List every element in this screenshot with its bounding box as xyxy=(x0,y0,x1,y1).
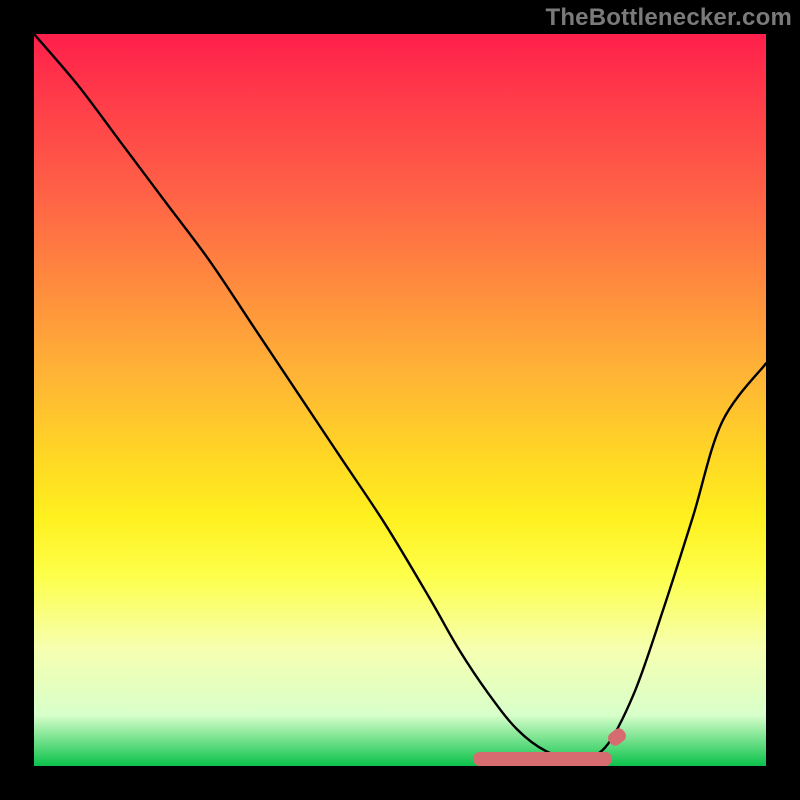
chart-frame: TheBottlenecker.com xyxy=(0,0,800,800)
curve-layer xyxy=(34,34,766,766)
optimal-range-marker xyxy=(473,752,612,766)
watermark-text: TheBottlenecker.com xyxy=(545,4,792,32)
plot-area xyxy=(34,34,766,766)
bottleneck-curve xyxy=(34,34,766,759)
